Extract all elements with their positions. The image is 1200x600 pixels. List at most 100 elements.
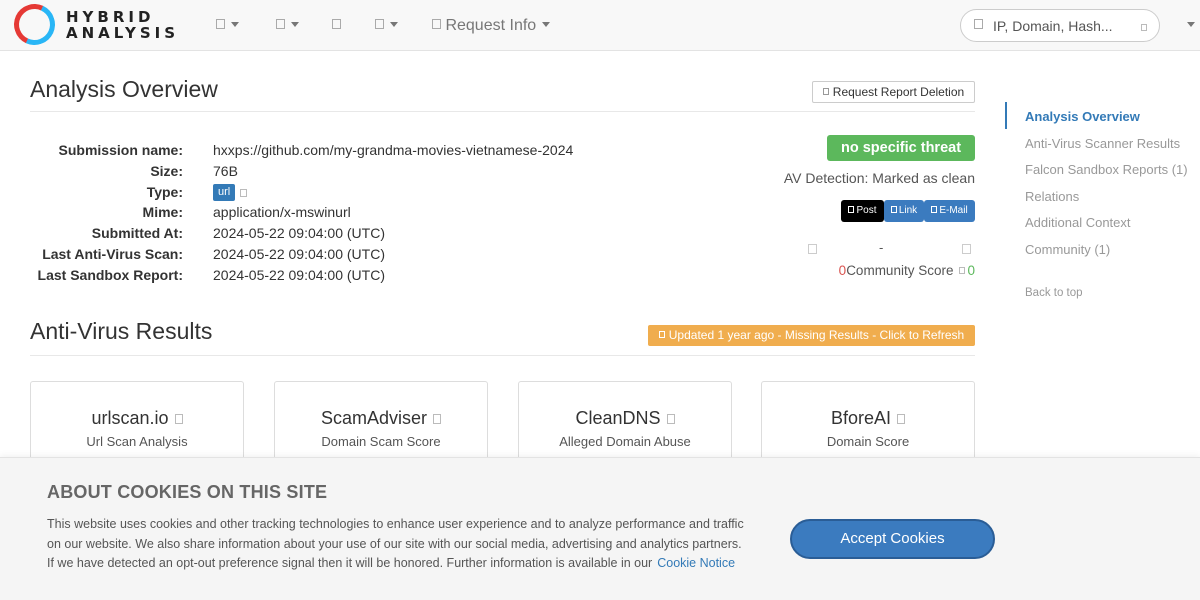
- threat-verdict-badge: no specific threat: [827, 135, 975, 161]
- community-score: 0Community Score 0: [780, 263, 975, 278]
- refresh-results-button[interactable]: Updated 1 year ago - Missing Results - C…: [648, 325, 975, 346]
- info-icon: [897, 414, 906, 425]
- anti-virus-results-title: Anti-Virus Results: [30, 318, 213, 344]
- share-email-label: E-Mail: [939, 205, 968, 216]
- av-card-title-row: ScamAdviser: [275, 408, 487, 429]
- label-type: Type:: [146, 183, 183, 200]
- av-card-subtitle: Alleged Domain Abuse: [559, 434, 691, 449]
- sidebar-item-additional-context[interactable]: Additional Context: [1025, 215, 1131, 230]
- av-card-title: BforeAI: [830, 408, 892, 428]
- label-submission-name: Submission name:: [58, 142, 183, 158]
- cookie-notice-link[interactable]: Cookie Notice: [657, 556, 735, 570]
- av-card-title: ScamAdviser: [320, 408, 428, 428]
- vote-dash: -: [879, 240, 884, 255]
- search-box: [960, 9, 1160, 42]
- info-icon: [433, 414, 442, 425]
- link-icon: [890, 205, 897, 213]
- nav-menu-1-icon: [216, 19, 225, 30]
- vote-up-icon[interactable]: [808, 244, 817, 254]
- chevron-down-icon: [390, 22, 398, 28]
- share-link-button[interactable]: Link: [884, 200, 924, 222]
- vote-down-icon[interactable]: [962, 244, 971, 254]
- av-detection-text: AV Detection: Marked as clean: [783, 170, 975, 186]
- info-icon: [666, 414, 675, 425]
- score-icon: [959, 266, 966, 274]
- nav-menu-3-icon: [332, 19, 341, 30]
- value-size: 76B: [213, 162, 238, 179]
- chevron-down-icon: [291, 22, 299, 28]
- hybrid-analysis-logo[interactable]: HYBRID ANALYSIS: [8, 0, 184, 51]
- label-last-av-scan: Last Anti-Virus Scan:: [42, 245, 183, 262]
- cookie-text: This website uses cookies and other trac…: [47, 517, 744, 571]
- info-icon: [174, 414, 183, 425]
- value-mime: application/x-mswinurl: [213, 204, 351, 221]
- sidebar-item-falcon-sandbox[interactable]: Falcon Sandbox Reports (1): [1025, 162, 1188, 177]
- nav-menu-2[interactable]: [276, 17, 299, 35]
- cookie-text-block: This website uses cookies and other trac…: [47, 515, 747, 574]
- value-submission-name: hxxps://github.com/my-grandma-movies-vie…: [213, 142, 574, 158]
- info-labels: Submission name: Size: Type: Mime: Submi…: [30, 140, 183, 286]
- nav-menu-1[interactable]: [216, 17, 239, 35]
- cookie-title: ABOUT COOKIES ON THIS SITE: [47, 482, 328, 502]
- label-submitted-at: Submitted At:: [91, 225, 183, 242]
- trash-icon: [822, 88, 829, 96]
- nav-request-info[interactable]: Request Info: [432, 17, 551, 35]
- sidebar-item-relations[interactable]: Relations: [1025, 189, 1079, 204]
- nav-menu-3[interactable]: [332, 17, 341, 35]
- share-post-button[interactable]: Post: [841, 200, 884, 222]
- value-submitted-at: 2024-05-22 09:04:00 (UTC): [213, 225, 385, 242]
- request-report-deletion-button[interactable]: Request Report Deletion: [812, 81, 975, 103]
- av-card-title-row: urlscan.io: [31, 408, 243, 429]
- value-type-row: url: [213, 182, 633, 203]
- av-card-subtitle: Domain Scam Score: [321, 434, 441, 449]
- analysis-overview-title: Analysis Overview: [30, 76, 218, 102]
- community-score-label: Community Score: [846, 263, 954, 278]
- share-link-label: Link: [898, 205, 918, 216]
- nav-menu-2-icon: [276, 19, 285, 30]
- type-badge: url: [213, 184, 236, 202]
- back-to-top-link[interactable]: Back to top: [1025, 287, 1083, 299]
- av-card-title-row: BforeAI: [762, 408, 974, 429]
- info-values: hxxps://github.com/my-grandma-movies-vie…: [213, 140, 633, 286]
- refresh-results-label: Updated 1 year ago - Missing Results - C…: [668, 328, 965, 342]
- av-card-subtitle: Url Scan Analysis: [86, 434, 188, 449]
- user-menu-chevron-down-icon[interactable]: [1187, 22, 1195, 27]
- accept-cookies-button[interactable]: Accept Cookies: [790, 519, 995, 559]
- sidebar-item-analysis-overview[interactable]: Analysis Overview: [1025, 109, 1140, 124]
- chevron-down-icon: [542, 22, 551, 28]
- refresh-icon: [658, 331, 665, 339]
- share-email-button[interactable]: E-Mail: [924, 200, 975, 222]
- sidebar-item-community[interactable]: Community (1): [1025, 242, 1110, 257]
- av-card-title: urlscan.io: [91, 408, 169, 428]
- av-card-title: CleanDNS: [575, 408, 661, 428]
- logo-line-1: HYBRID: [66, 8, 155, 26]
- logo-line-2: ANALYSIS: [66, 24, 180, 42]
- value-last-sandbox: 2024-05-22 09:04:00 (UTC): [213, 266, 385, 283]
- post-icon: [848, 205, 855, 213]
- value-last-av-scan: 2024-05-22 09:04:00 (UTC): [213, 245, 385, 262]
- av-card-subtitle: Domain Score: [826, 434, 910, 449]
- request-report-deletion-label: Request Report Deletion: [832, 85, 965, 99]
- av-card-title-row: CleanDNS: [519, 408, 731, 429]
- chevron-down-icon: [231, 22, 239, 28]
- search-input[interactable]: [993, 17, 1133, 35]
- clear-search-icon[interactable]: [1141, 24, 1147, 31]
- cookie-banner: ABOUT COOKIES ON THIS SITE This website …: [0, 457, 1200, 600]
- label-size: Size:: [150, 162, 183, 179]
- label-last-sandbox: Last Sandbox Report:: [37, 266, 183, 283]
- label-mime: Mime:: [142, 204, 183, 221]
- logo-text: HYBRID ANALYSIS: [66, 9, 179, 41]
- sidebar-item-anti-virus[interactable]: Anti-Virus Scanner Results: [1025, 136, 1180, 151]
- nav-menu-4-icon: [375, 19, 384, 30]
- logo-ring-icon: [8, 0, 61, 51]
- section-divider: [30, 111, 975, 112]
- search-icon[interactable]: [974, 19, 983, 29]
- community-score-positive: 0: [967, 263, 975, 278]
- share-post-label: Post: [856, 205, 877, 216]
- type-info-icon[interactable]: [240, 188, 248, 197]
- active-indicator: [1005, 102, 1007, 129]
- section-divider: [30, 355, 975, 356]
- request-info-icon: [432, 19, 441, 30]
- request-info-label: Request Info: [445, 17, 537, 34]
- nav-menu-4[interactable]: [375, 17, 398, 35]
